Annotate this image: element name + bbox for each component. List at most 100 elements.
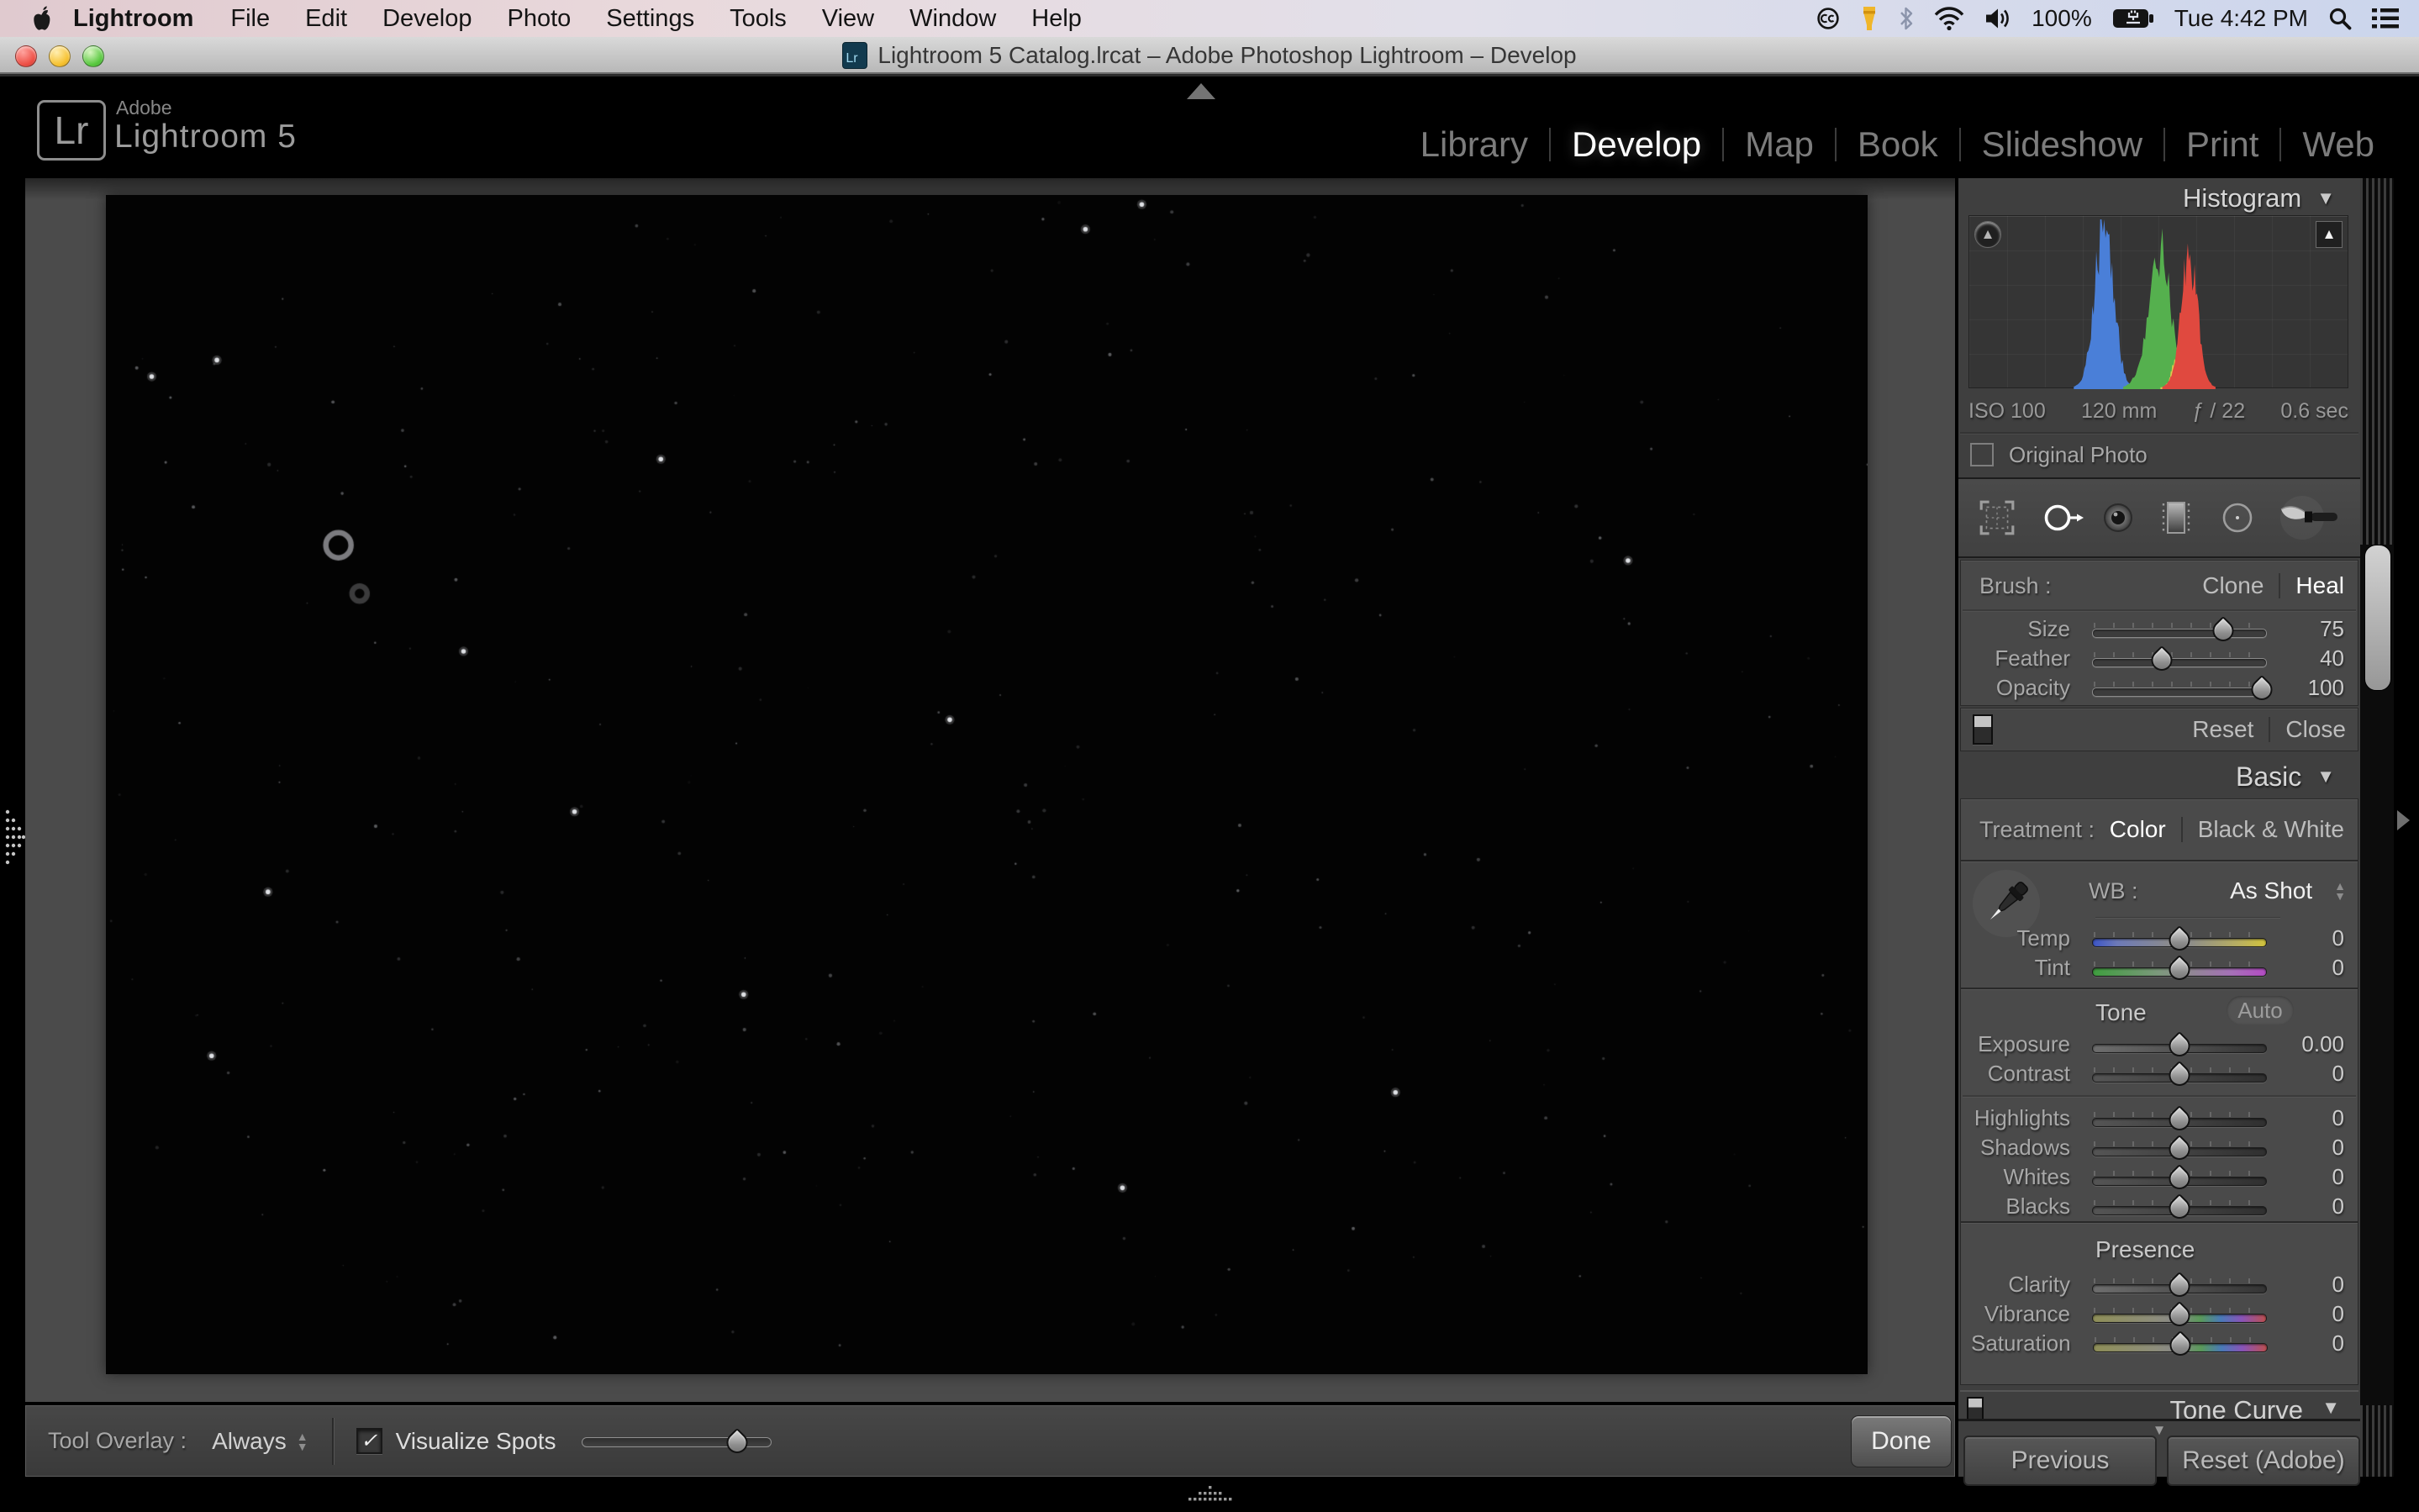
window-titlebar[interactable]: Lr Lightroom 5 Catalog.lrcat – Adobe Pho… [0, 37, 2419, 74]
left-panel-reveal-arrow[interactable] [3, 803, 25, 871]
shadows-slider[interactable] [2092, 1134, 2267, 1162]
saturation-slider[interactable] [2093, 1330, 2268, 1358]
adjustment-brush-tool-icon[interactable] [2277, 493, 2341, 543]
module-tab-web[interactable]: Web [2281, 124, 2395, 165]
blacks-slider[interactable] [2092, 1193, 2267, 1221]
module-tab-book[interactable]: Book [1837, 124, 1959, 165]
graduated-filter-tool-icon[interactable] [2157, 498, 2195, 537]
size-value[interactable]: 75 [2267, 616, 2344, 642]
exposure-value[interactable]: 0.00 [2267, 1031, 2344, 1057]
feather-value[interactable]: 40 [2267, 645, 2344, 672]
slider-thumb[interactable] [2164, 1030, 2194, 1060]
slider-thumb[interactable] [2148, 645, 2177, 674]
opacity-value[interactable]: 100 [2267, 675, 2344, 701]
treatment-color-button[interactable]: Color [2110, 816, 2166, 843]
clarity-value[interactable]: 0 [2267, 1272, 2344, 1298]
highlight-clipping-indicator[interactable]: ▲ [2316, 221, 2343, 248]
basic-panel-header[interactable]: Basic ▼ [1958, 758, 2360, 795]
module-tab-slideshow[interactable]: Slideshow [1961, 124, 2163, 165]
contrast-value[interactable]: 0 [2267, 1061, 2344, 1087]
spot-removal-tool-icon[interactable] [2042, 500, 2086, 535]
menu-view[interactable]: View [804, 0, 892, 37]
module-tab-develop[interactable]: Develop [1551, 124, 1722, 165]
module-tab-map[interactable]: Map [1724, 124, 1835, 165]
slider-thumb[interactable] [2165, 1330, 2195, 1359]
wifi-icon[interactable] [1934, 7, 1964, 30]
exposure-slider[interactable] [2092, 1030, 2267, 1059]
bottom-panel-reveal-arrow[interactable] [1187, 1484, 1234, 1501]
slider-thumb[interactable] [722, 1427, 751, 1457]
vibrance-value[interactable]: 0 [2267, 1301, 2344, 1327]
crop-tool-icon[interactable] [1978, 498, 2016, 537]
slider-thumb[interactable] [2164, 1060, 2194, 1089]
top-panel-reveal-arrow[interactable] [1187, 83, 1215, 99]
wb-stepper-icon[interactable]: ▲▼ [2334, 881, 2346, 901]
visualize-spots-checkbox[interactable]: ✓ [356, 1428, 382, 1454]
slider-thumb[interactable] [2164, 954, 2194, 983]
clarity-slider[interactable] [2092, 1271, 2267, 1299]
panel-scrollbar[interactable] [2360, 178, 2394, 1477]
spotlight-search-icon[interactable] [2328, 7, 2352, 30]
menu-clock[interactable]: Tue 4:42 PM [2174, 5, 2308, 32]
visualize-spots-slider[interactable] [582, 1427, 772, 1456]
slider-thumb[interactable] [2164, 1134, 2194, 1163]
tool-switch-icon[interactable] [1973, 714, 1993, 745]
slider-thumb[interactable] [2208, 615, 2237, 645]
temp-slider[interactable] [2092, 925, 2267, 953]
battery-icon[interactable] [2112, 8, 2154, 29]
bluetooth-icon[interactable] [1899, 6, 1914, 31]
menu-help[interactable]: Help [1014, 0, 1099, 37]
menu-settings[interactable]: Settings [588, 0, 712, 37]
slider-thumb[interactable] [2164, 1104, 2194, 1134]
photo-canvas[interactable] [106, 195, 1868, 1374]
radial-filter-tool-icon[interactable] [2219, 499, 2256, 536]
saturation-value[interactable]: 0 [2268, 1330, 2344, 1357]
menu-edit[interactable]: Edit [287, 0, 365, 37]
reset-adobe-button[interactable]: Reset (Adobe) [2167, 1436, 2360, 1486]
slider-thumb[interactable] [2164, 925, 2194, 954]
whites-value[interactable]: 0 [2267, 1164, 2344, 1190]
module-tab-print[interactable]: Print [2165, 124, 2279, 165]
treatment-bw-button[interactable]: Black & White [2198, 816, 2344, 843]
temp-value[interactable]: 0 [2267, 925, 2344, 951]
whites-slider[interactable] [2092, 1163, 2267, 1192]
wb-preset-dropdown[interactable]: As Shot [2230, 877, 2312, 904]
right-panel-collapse-arrow[interactable] [2397, 810, 2410, 830]
slider-thumb[interactable] [2164, 1193, 2194, 1222]
histogram-panel-header[interactable]: Histogram ▼ [1958, 180, 2360, 217]
auto-tone-button[interactable]: Auto [2227, 996, 2294, 1025]
close-button-panel[interactable]: Close [2285, 716, 2346, 743]
done-button[interactable]: Done [1851, 1415, 1952, 1467]
tool-overlay-stepper-icon[interactable]: ▲▼ [297, 1431, 308, 1451]
slider-thumb[interactable] [2164, 1271, 2194, 1300]
highlights-slider[interactable] [2092, 1104, 2267, 1133]
volume-icon[interactable] [1984, 7, 2011, 30]
slider-thumb[interactable] [2164, 1163, 2194, 1193]
histogram-display[interactable]: ▲ ▲ [1968, 215, 2348, 388]
shadow-clipping-indicator[interactable]: ▲ [1974, 221, 2001, 248]
menu-photo[interactable]: Photo [489, 0, 588, 37]
photo[interactable] [106, 195, 1868, 1374]
menu-develop[interactable]: Develop [365, 0, 489, 37]
tint-slider[interactable] [2092, 954, 2267, 983]
tool-overlay-value[interactable]: Always [212, 1428, 287, 1455]
menu-lightroom[interactable]: Lightroom [54, 0, 213, 37]
red-eye-tool-icon[interactable] [2100, 499, 2137, 536]
tone-curve-panel-header[interactable]: Tone Curve ▼ [1960, 1390, 2358, 1420]
tint-value[interactable]: 0 [2267, 955, 2344, 981]
scrollbar-thumb[interactable] [2364, 545, 2391, 691]
highlights-value[interactable]: 0 [2267, 1105, 2344, 1131]
heal-mode-button[interactable]: Heal [2295, 572, 2344, 599]
shadows-value[interactable]: 0 [2267, 1135, 2344, 1161]
module-tab-library[interactable]: Library [1399, 124, 1549, 165]
panel-switch-icon[interactable] [1967, 1397, 1984, 1420]
flashlight-icon[interactable] [1860, 6, 1879, 31]
vibrance-slider[interactable] [2092, 1300, 2267, 1329]
reset-button[interactable]: Reset [2192, 716, 2253, 743]
apple-menu-icon[interactable] [32, 6, 54, 31]
creative-cloud-icon[interactable] [1816, 7, 1840, 30]
slider-thumb[interactable] [2164, 1300, 2194, 1330]
menu-file[interactable]: File [213, 0, 287, 37]
original-photo-checkbox[interactable] [1970, 443, 1994, 466]
opacity-slider[interactable] [2092, 674, 2267, 703]
